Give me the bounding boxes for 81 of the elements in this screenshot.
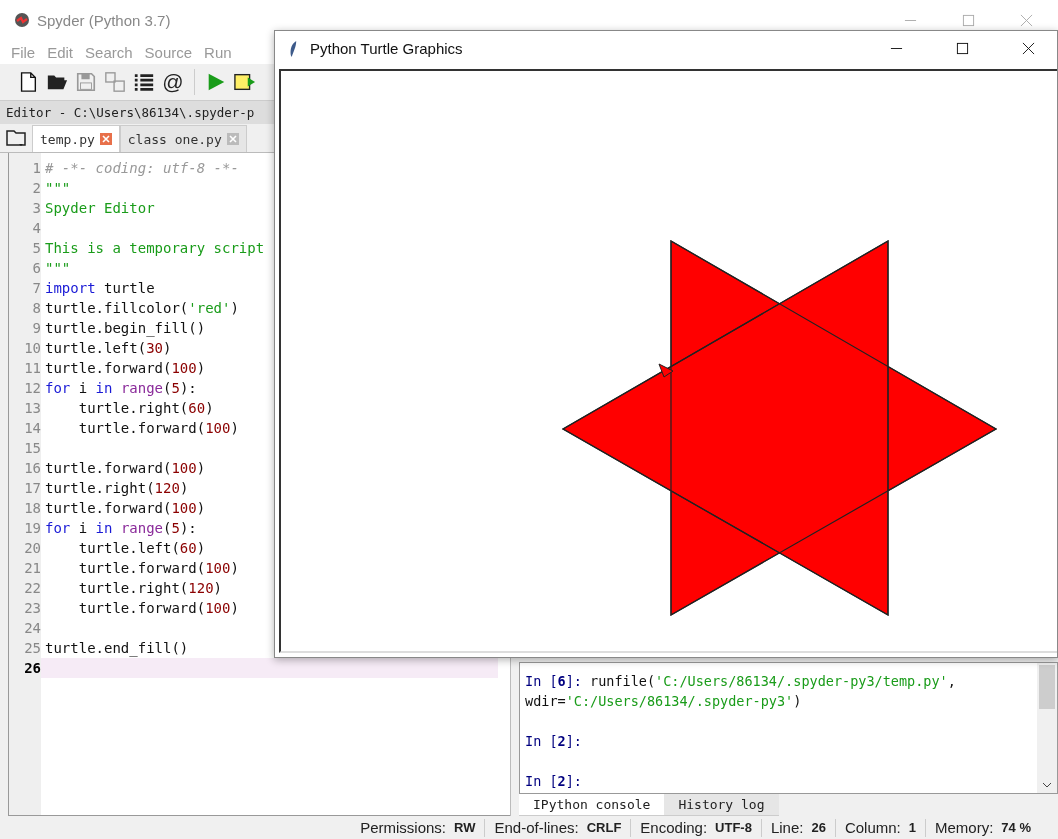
- status-value: 1: [908, 819, 916, 837]
- line-number: 4: [31, 219, 41, 238]
- status-value: 74 %: [1001, 819, 1031, 837]
- line-number: 26: [23, 659, 41, 678]
- code-line: turtle.right(120): [45, 480, 189, 496]
- console-line: In [2]:: [525, 732, 582, 752]
- console-line: In [2]:: [525, 772, 582, 792]
- line-number: 22: [23, 579, 41, 598]
- close-icon[interactable]: [1022, 42, 1035, 55]
- pane-tab[interactable]: History log: [664, 794, 779, 816]
- code-line: turtle.right(60): [77, 400, 214, 416]
- code-line: for i in range(5):: [45, 520, 197, 536]
- console-line: In [6]: runfile('C:/Users/86134/.spyder-py3/temp.py',: [525, 672, 956, 692]
- run-cell-icon[interactable]: [234, 71, 256, 93]
- window-title: Spyder (Python 3.7): [37, 11, 171, 29]
- file-tab[interactable]: class one.py: [119, 125, 247, 152]
- line-number: 13: [23, 399, 41, 418]
- code-line: for i in range(5):: [45, 380, 197, 396]
- status-label: Encoding:: [640, 819, 708, 837]
- line-number: 14: [23, 419, 41, 438]
- line-number: 2: [31, 179, 41, 198]
- status-value: UTF-8: [715, 819, 752, 837]
- code-line: turtle.left(30): [45, 340, 172, 356]
- line-number: 15: [23, 439, 41, 458]
- line-number: 5: [31, 239, 41, 258]
- line-number: 25: [23, 639, 41, 658]
- code-line: turtle.forward(100): [77, 600, 239, 616]
- scrollbar[interactable]: [1037, 663, 1057, 793]
- file-tab[interactable]: temp.py: [32, 125, 120, 152]
- console-line: wdir='C:/Users/86134/.spyder-py3'): [525, 692, 802, 712]
- line-number: 10: [23, 339, 41, 358]
- code-line: """: [45, 260, 71, 276]
- turtle-cursor-icon: [658, 363, 674, 378]
- code-line: turtle.left(60): [77, 540, 206, 556]
- line-number: 19: [23, 519, 41, 538]
- line-number: 9: [31, 319, 41, 338]
- line-number: 1: [31, 159, 41, 178]
- code-line: turtle.forward(100): [45, 360, 206, 376]
- code-line: turtle.right(120): [77, 580, 223, 596]
- code-line: This is a temporary script: [45, 240, 265, 256]
- status-label: Column:: [844, 819, 901, 837]
- code-line: turtle.forward(100): [45, 460, 206, 476]
- pane-tab[interactable]: IPython console: [519, 794, 665, 816]
- status-label: Memory:: [935, 819, 994, 837]
- code-line: import turtle: [45, 280, 155, 296]
- app-logo-icon: [14, 12, 30, 28]
- status-value: 26: [811, 819, 826, 837]
- status-value: RW: [454, 819, 476, 837]
- line-number: 6: [31, 259, 41, 278]
- line-number: 12: [23, 379, 41, 398]
- code-line: turtle.forward(100): [77, 420, 239, 436]
- code-line: turtle.forward(100): [45, 500, 206, 516]
- line-number: 23: [23, 599, 41, 618]
- status-label: Line:: [770, 819, 804, 837]
- status-label: End-of-lines:: [494, 819, 579, 837]
- window-title: Python Turtle Graphics: [310, 40, 463, 57]
- code-line: """: [45, 180, 71, 196]
- maximize-icon[interactable]: [956, 42, 969, 55]
- list-icon[interactable]: [133, 71, 155, 93]
- status-value: CRLF: [586, 819, 622, 837]
- folder-icon[interactable]: [6, 129, 26, 147]
- feather-icon: [289, 39, 298, 58]
- line-number: 17: [23, 479, 41, 498]
- line-number: 20: [23, 539, 41, 558]
- chevron-down-icon[interactable]: [1042, 782, 1052, 788]
- line-number: 16: [23, 459, 41, 478]
- code-line: turtle.forward(100): [77, 560, 239, 576]
- code-line: turtle.begin_fill(): [45, 320, 206, 336]
- line-number: 21: [23, 559, 41, 578]
- line-number: 24: [23, 619, 41, 638]
- code-line: Spyder Editor: [45, 200, 155, 216]
- code-line: turtle.end_fill(): [45, 640, 189, 656]
- code-line: turtle.fillcolor('red'): [45, 300, 239, 316]
- line-number: 7: [31, 279, 41, 298]
- line-number: 11: [23, 359, 41, 378]
- line-number: 3: [31, 199, 41, 218]
- line-number: 18: [23, 499, 41, 518]
- status-label: Permissions:: [360, 819, 447, 837]
- code-line: # -*- coding: utf-8 -*-: [45, 160, 239, 176]
- line-number: 8: [31, 299, 41, 318]
- at-sign-icon[interactable]: @: [162, 71, 184, 93]
